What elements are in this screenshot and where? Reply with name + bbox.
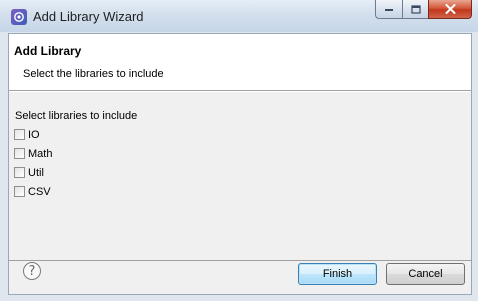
wizard-content: Add Library Select the libraries to incl… <box>8 33 472 295</box>
library-item-math[interactable]: Math <box>14 144 52 163</box>
library-item-util[interactable]: Util <box>14 163 52 182</box>
minimize-button[interactable] <box>375 0 402 19</box>
libraries-group-label: Select libraries to include <box>15 110 138 122</box>
library-checkbox-math[interactable] <box>14 148 25 159</box>
maximize-icon <box>410 4 421 14</box>
library-item-csv[interactable]: CSV <box>14 182 52 201</box>
cancel-button[interactable]: Cancel <box>386 263 465 285</box>
wizard-header: Add Library Select the libraries to incl… <box>9 34 471 91</box>
add-library-wizard-window: Add Library Wizard Add Library Select th… <box>0 0 478 301</box>
library-label: Math <box>28 147 53 160</box>
library-checkbox-io[interactable] <box>14 129 25 140</box>
library-checkbox-util[interactable] <box>14 167 25 178</box>
window-title: Add Library Wizard <box>33 9 144 24</box>
title-bar[interactable]: Add Library Wizard <box>0 0 478 32</box>
header-divider <box>9 91 471 92</box>
close-icon <box>445 4 455 14</box>
library-item-io[interactable]: IO <box>14 125 52 144</box>
maximize-button[interactable] <box>402 0 428 19</box>
finish-button[interactable]: Finish <box>298 263 377 285</box>
library-label: CSV <box>28 185 51 198</box>
window-controls <box>375 0 472 20</box>
library-label: IO <box>28 128 40 141</box>
page-title: Add Library <box>14 44 82 58</box>
library-label: Util <box>28 166 44 179</box>
page-description: Select the libraries to include <box>23 68 164 80</box>
library-list: IO Math Util CSV <box>14 125 52 201</box>
wizard-app-icon <box>11 9 27 25</box>
close-button[interactable] <box>428 0 472 19</box>
footer-divider <box>9 260 471 261</box>
minimize-icon <box>385 9 393 11</box>
help-icon[interactable]: ? <box>23 262 41 280</box>
library-checkbox-csv[interactable] <box>14 186 25 197</box>
